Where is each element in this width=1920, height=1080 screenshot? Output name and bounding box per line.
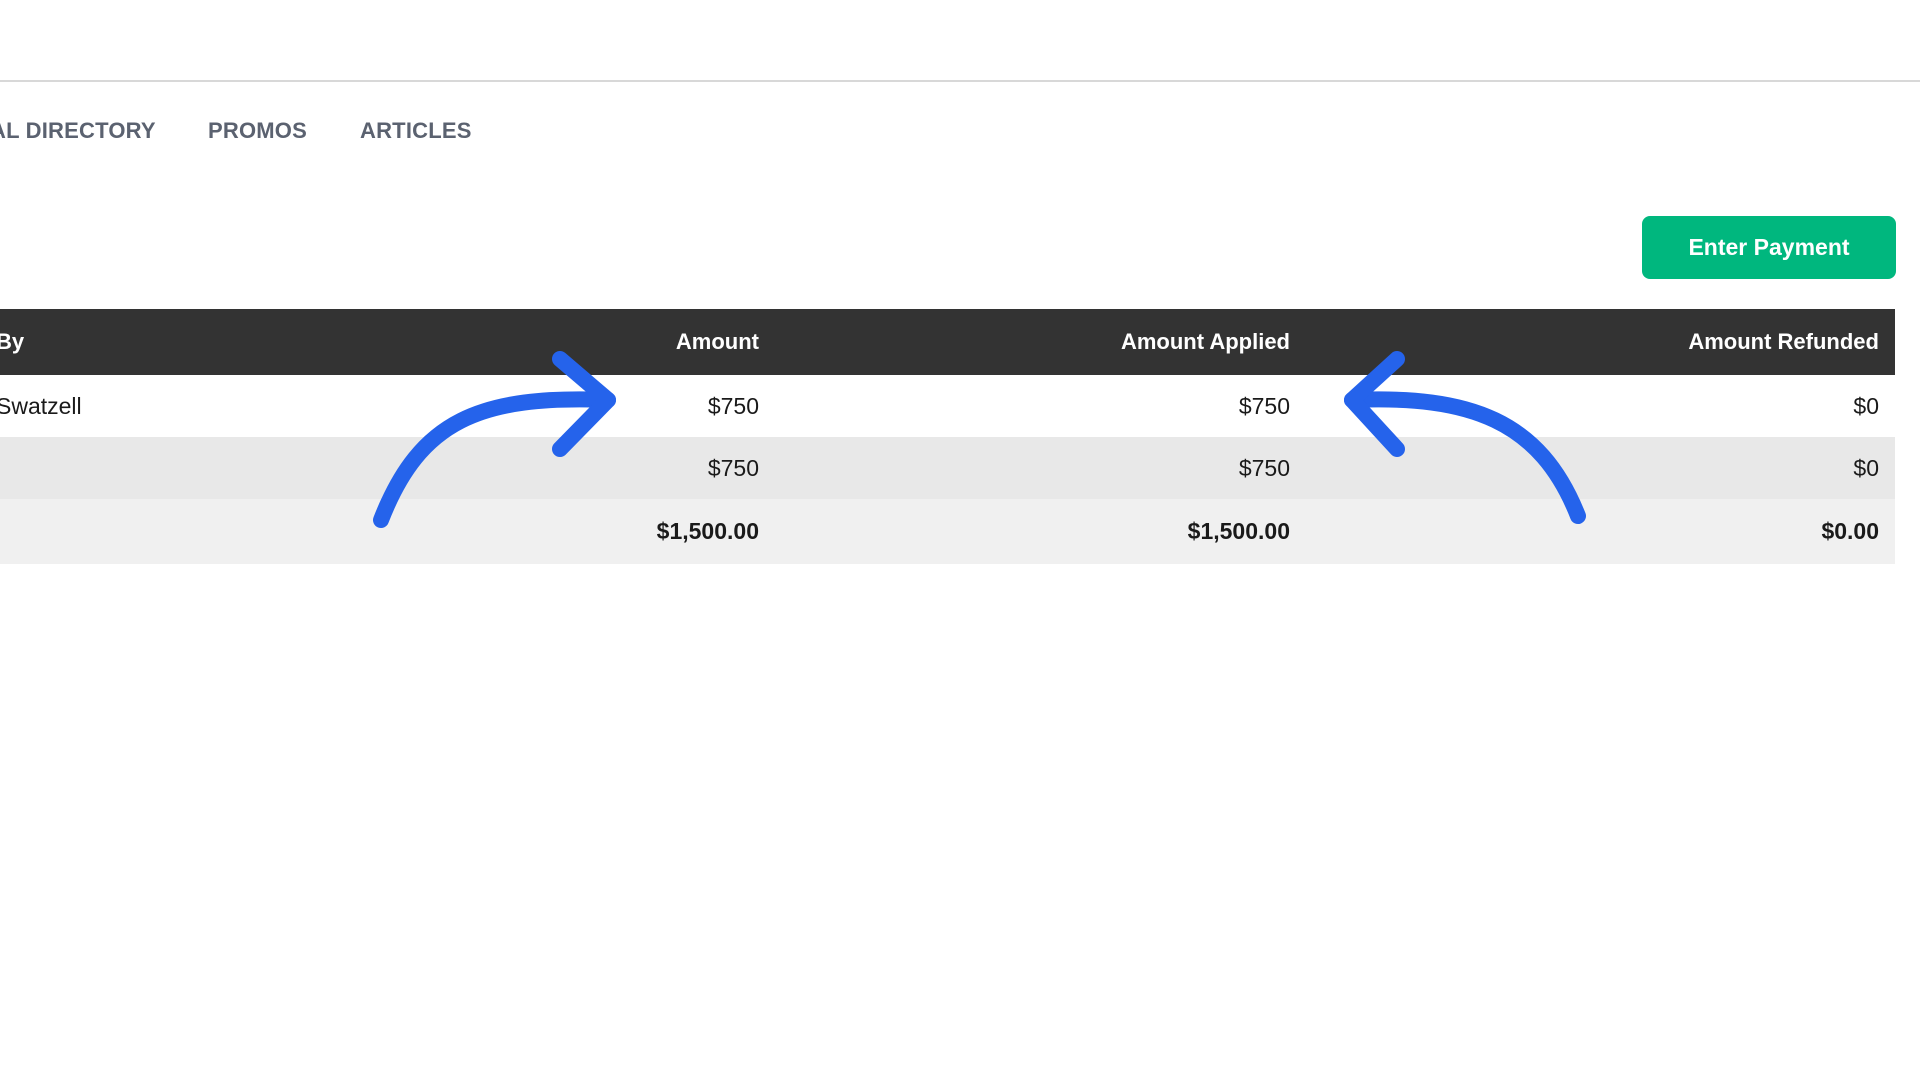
cell-amount-applied: $750 [1238, 392, 1290, 419]
cell-amount: $750 [707, 392, 759, 419]
payments-table: By Amount Amount Applied Amount Refunded… [0, 309, 1895, 564]
top-divider [0, 80, 1920, 82]
table-totals-row: $1,500.00 $1,500.00 $0.00 [0, 499, 1895, 564]
cell-amount-refunded: $0 [1853, 454, 1879, 481]
table-header-row: By Amount Amount Applied Amount Refunded [0, 309, 1895, 375]
total-amount-applied: $1,500.00 [1187, 518, 1290, 544]
header-amount[interactable]: Amount [676, 309, 759, 375]
tab-directory[interactable]: AL DIRECTORY [0, 118, 156, 144]
cell-amount: $750 [707, 454, 759, 481]
header-by[interactable]: By [0, 309, 24, 375]
tab-articles[interactable]: ARTICLES [360, 118, 472, 144]
header-amount-refunded[interactable]: Amount Refunded [1688, 309, 1879, 375]
page: AL DIRECTORY PROMOS ARTICLES Enter Payme… [0, 0, 1920, 1080]
header-amount-applied[interactable]: Amount Applied [1121, 309, 1290, 375]
enter-payment-button[interactable]: Enter Payment [1642, 216, 1896, 279]
table-row[interactable]: Swatzell $750 $750 $0 [0, 375, 1895, 437]
cell-amount-refunded: $0 [1853, 392, 1879, 419]
cell-by: Swatzell [0, 392, 82, 419]
cell-amount-applied: $750 [1238, 454, 1290, 481]
tab-promos[interactable]: PROMOS [208, 118, 307, 144]
total-amount: $1,500.00 [656, 518, 759, 544]
table-row[interactable]: $750 $750 $0 [0, 437, 1895, 499]
total-amount-refunded: $0.00 [1821, 518, 1879, 544]
